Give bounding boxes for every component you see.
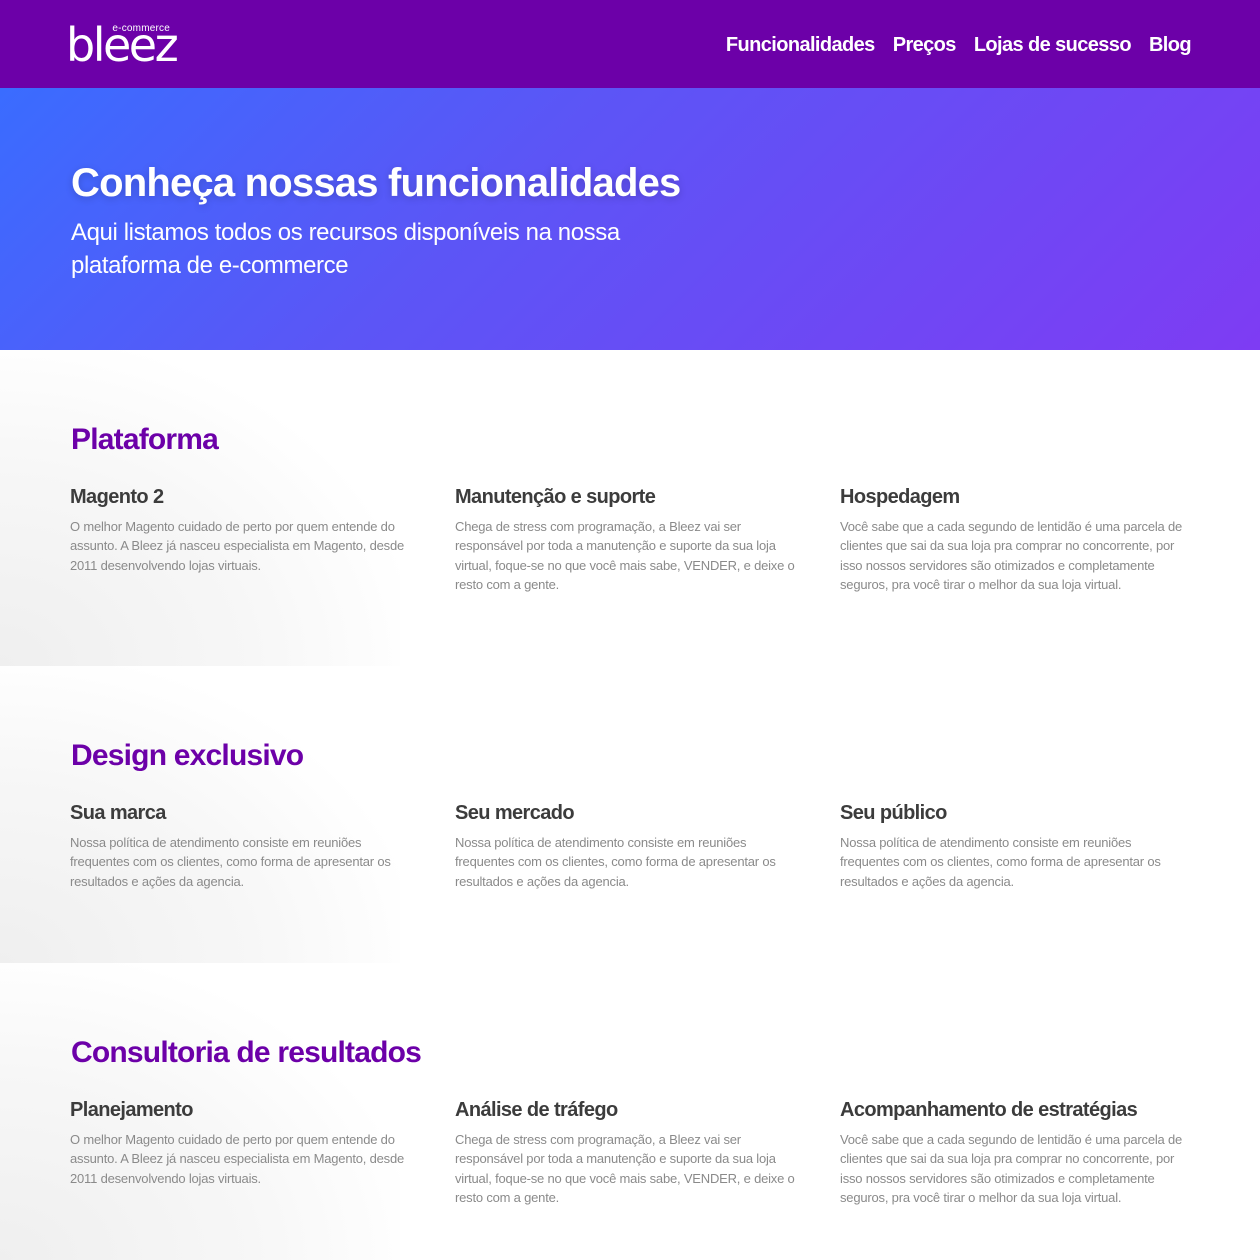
section-title: Plataforma [71,423,219,456]
feature-description: O melhor Magento cuidado de perto por qu… [70,1132,405,1186]
feature-seu-publico: Seu público Nossa política de atendiment… [840,801,1185,891]
nav-link-precos[interactable]: Preços [893,33,957,57]
feature-description: Você sabe que a cada segundo de lentidão… [840,1132,1183,1206]
section-consultoria-de-resultados: Consultoria de resultados Planejamento O… [0,963,1260,1260]
feature-description: Nossa política de atendimento consiste e… [455,835,776,889]
feature-description: Nossa política de atendimento consiste e… [840,835,1161,889]
nav-link-lojas-de-sucesso[interactable]: Lojas de sucesso [974,33,1132,57]
feature-magento-2: Magento 2 O melhor Magento cuidado de pe… [70,485,415,575]
section-title: Consultoria de resultados [71,1036,422,1069]
feature-description: Chega de stress com programação, a Bleez… [455,1132,795,1206]
feature-acompanhamento-de-estrategias: Acompanhamento de estratégias Você sabe … [840,1098,1185,1208]
feature-title: Análise de tráfego [455,1099,618,1121]
feature-title: Seu público [840,802,947,824]
feature-title: Acompanhamento de estratégias [840,1099,1138,1121]
feature-hospedagem: Hospedagem Você sabe que a cada segundo … [840,485,1185,595]
hero-banner: Conheça nossas funcionalidades Aqui list… [0,88,1260,350]
logo-tagline: e-commerce [112,23,170,34]
nav-link-funcionalidades[interactable]: Funcionalidades [726,33,875,57]
feature-analise-de-trafego: Análise de tráfego Chega de stress com p… [455,1098,800,1208]
feature-title: Magento 2 [70,486,164,508]
bleez-logo[interactable]: bleez e-commerce [66,18,179,68]
feature-title: Sua marca [70,802,166,824]
feature-description: Você sabe que a cada segundo de lentidão… [840,519,1183,593]
feature-sua-marca: Sua marca Nossa política de atendimento … [70,801,415,891]
feature-description: O melhor Magento cuidado de perto por qu… [70,519,405,573]
hero-subtitle: Aqui listamos todos os recursos disponív… [71,219,620,279]
feature-title: Manutenção e suporte [455,486,656,508]
feature-title: Hospedagem [840,486,960,508]
feature-title: Planejamento [70,1099,193,1121]
feature-title: Seu mercado [455,802,575,824]
section-design-exclusivo: Design exclusivo Sua marca Nossa polític… [0,666,1260,963]
feature-description: Nossa política de atendimento consiste e… [70,835,391,889]
section-plataforma: Plataforma Magento 2 O melhor Magento cu… [0,350,1260,666]
hero-title: Conheça nossas funcionalidades [71,161,681,205]
feature-seu-mercado: Seu mercado Nossa política de atendiment… [455,801,800,891]
section-title: Design exclusivo [71,739,304,772]
main-nav: Funcionalidades Preços Lojas de sucesso … [708,33,1192,57]
feature-description: Chega de stress com programação, a Bleez… [455,519,795,593]
top-navigation-bar: bleez e-commerce Funcionalidades Preços … [0,0,1260,88]
feature-planejamento: Planejamento O melhor Magento cuidado de… [70,1098,415,1188]
feature-manutencao-e-suporte: Manutenção e suporte Chega de stress com… [455,485,800,595]
nav-link-blog[interactable]: Blog [1149,33,1192,57]
